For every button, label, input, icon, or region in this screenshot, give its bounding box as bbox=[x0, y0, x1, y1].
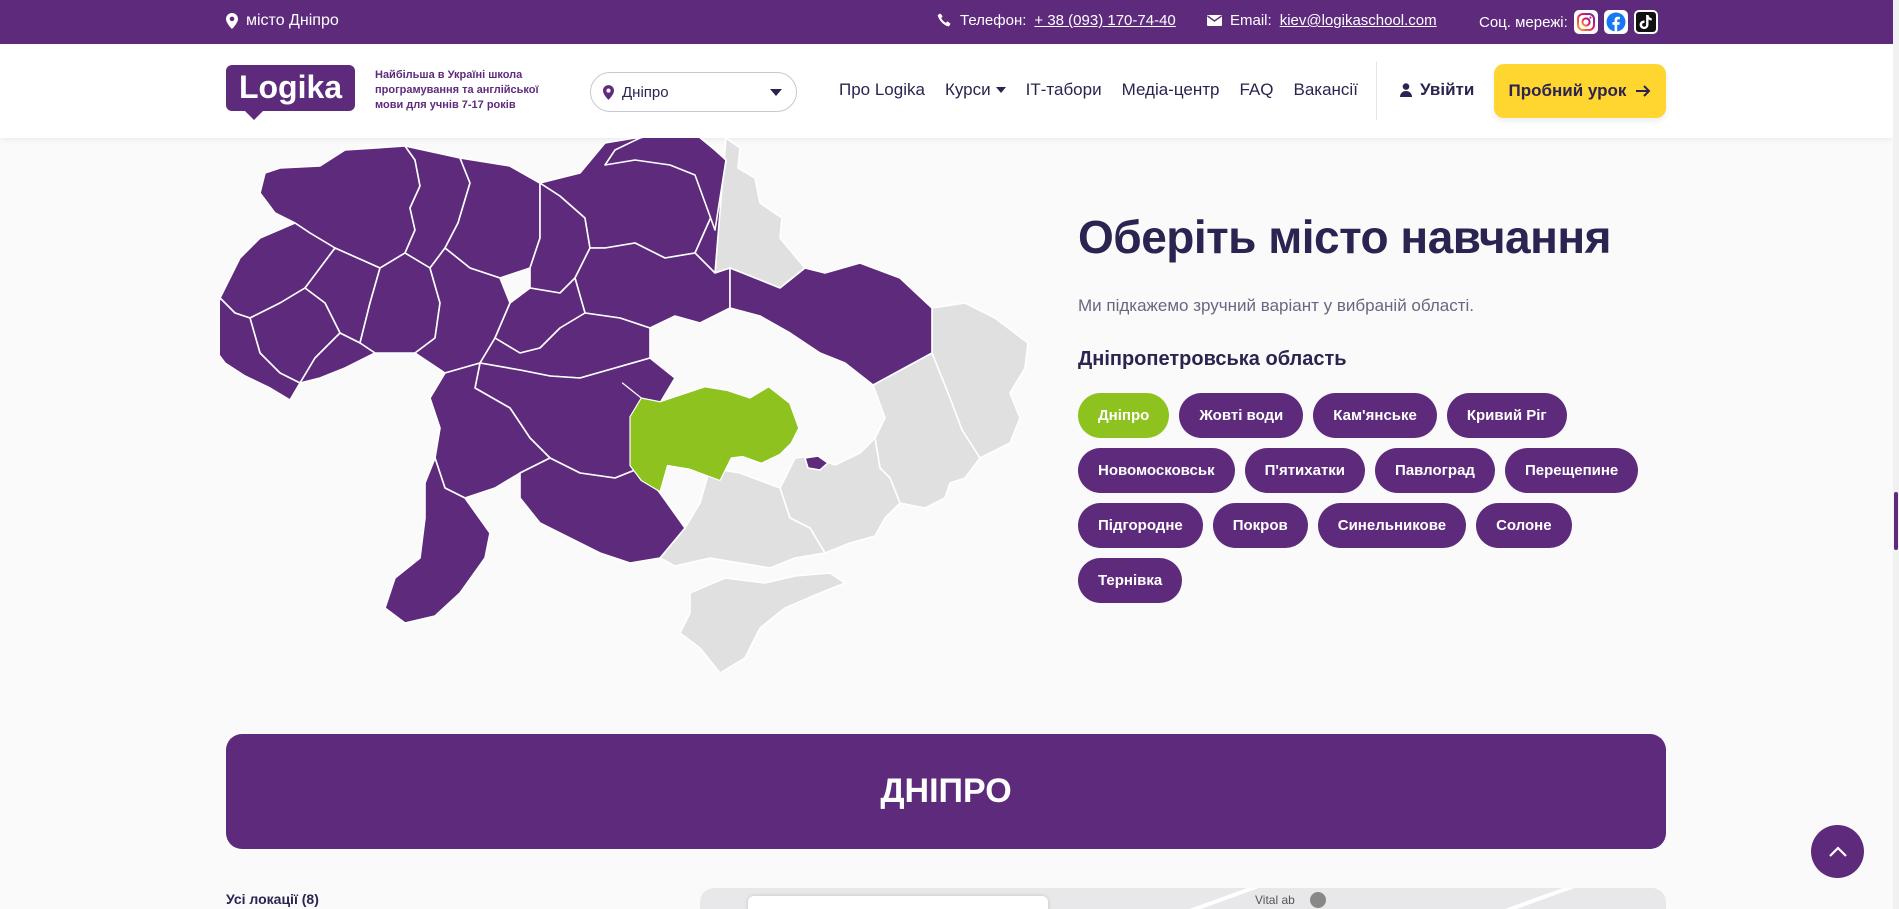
region-kharkiv-east[interactable] bbox=[729, 262, 933, 386]
page-subtitle: Ми підкажемо зручний варіант у вибраній … bbox=[1078, 296, 1475, 315]
location-pin-icon bbox=[226, 13, 238, 29]
city-chip-ternivka[interactable]: Тернівка bbox=[1078, 558, 1183, 603]
city-chip-list: Дніпро Жовті води Кам'янське Кривий Ріг … bbox=[1078, 393, 1658, 603]
nav-vacancies[interactable]: Вакансії bbox=[1293, 80, 1357, 100]
page-scrollbar[interactable] bbox=[1893, 0, 1899, 909]
instagram-icon[interactable] bbox=[1573, 10, 1598, 34]
facebook-icon[interactable] bbox=[1603, 10, 1628, 34]
email-label: Email: bbox=[1230, 12, 1272, 29]
user-icon bbox=[1400, 83, 1412, 97]
city-chip-novomoskovsk[interactable]: Новомосковськ bbox=[1078, 448, 1235, 493]
city-chip-kryvyi-rih[interactable]: Кривий Ріг bbox=[1446, 393, 1567, 438]
nav-it-camps[interactable]: ІТ-табори bbox=[1026, 80, 1102, 100]
map-pin-icon[interactable] bbox=[1310, 892, 1326, 908]
region-title: Дніпропетровська область bbox=[1078, 348, 1347, 370]
map-label: Vital ab bbox=[1255, 893, 1295, 907]
chevron-down-icon bbox=[770, 89, 782, 96]
nav-courses[interactable]: Курси bbox=[945, 80, 1006, 100]
city-banner-title: ДНІПРО bbox=[880, 772, 1012, 810]
nav-media-center[interactable]: Медіа-центр bbox=[1122, 80, 1220, 100]
city-banner: ДНІПРО bbox=[226, 734, 1666, 849]
social-links: Соц. мережі: bbox=[1479, 10, 1658, 34]
social-label: Соц. мережі: bbox=[1479, 13, 1568, 31]
logo[interactable]: Logika bbox=[226, 65, 355, 111]
map-road bbox=[1407, 888, 1653, 909]
city-chip-kamianske[interactable]: Кам'янське bbox=[1313, 393, 1437, 438]
logo-tail bbox=[244, 110, 264, 120]
city-chip-pokrov[interactable]: Покров bbox=[1212, 503, 1308, 548]
top-bar: місто Дніпро Телефон: + 38 (093) 170-74-… bbox=[0, 0, 1893, 44]
chevron-up-icon bbox=[1828, 845, 1847, 857]
main-header: Logika Найбільша в Україні школа програм… bbox=[0, 44, 1893, 138]
main-nav: Про Logika Курси ІТ-табори Медіа-центр F… bbox=[839, 80, 1358, 100]
city-chip-solone[interactable]: Солоне bbox=[1476, 503, 1572, 548]
city-chip-pereshchepyne[interactable]: Перещепине bbox=[1504, 448, 1639, 493]
nav-courses-label: Курси bbox=[944, 80, 991, 99]
phone-info: Телефон: + 38 (093) 170-74-40 bbox=[937, 12, 1176, 29]
location-card[interactable] bbox=[748, 896, 1048, 909]
page-title: Оберіть місто навчання bbox=[1078, 211, 1612, 263]
tagline: Найбільша в Україні школа програмування … bbox=[375, 69, 539, 111]
city-chip-zhovti-vody[interactable]: Жовті води bbox=[1179, 393, 1304, 438]
phone-link[interactable]: + 38 (093) 170-74-40 bbox=[1034, 12, 1175, 29]
scroll-to-top-button[interactable] bbox=[1811, 825, 1864, 878]
phone-label: Телефон: bbox=[960, 12, 1027, 29]
locations-map[interactable]: Vital ab bbox=[700, 888, 1666, 909]
nav-faq[interactable]: FAQ bbox=[1239, 80, 1273, 100]
city-chip-synelnykove[interactable]: Синельникове bbox=[1317, 503, 1467, 548]
header-divider bbox=[1376, 62, 1377, 120]
city-select-value: Дніпро bbox=[622, 83, 669, 101]
mail-icon bbox=[1207, 15, 1222, 26]
nav-about[interactable]: Про Logika bbox=[839, 80, 925, 100]
city-chip-pavlohrad[interactable]: Павлоград bbox=[1375, 448, 1495, 493]
arrow-right-icon bbox=[1636, 85, 1651, 97]
all-locations-label[interactable]: Усі локації (8) bbox=[226, 891, 319, 907]
location-pin-icon bbox=[603, 84, 614, 100]
login-label: Увійти bbox=[1420, 80, 1475, 99]
current-city-label: місто Дніпро bbox=[246, 12, 339, 29]
city-chip-piatykhatky[interactable]: П'ятихатки bbox=[1244, 448, 1366, 493]
chevron-down-icon bbox=[995, 87, 1006, 93]
scrollbar-thumb[interactable] bbox=[1894, 492, 1898, 550]
city-select[interactable]: Дніпро bbox=[590, 72, 797, 112]
tiktok-icon[interactable] bbox=[1633, 10, 1658, 34]
region-dnipropetrovsk[interactable] bbox=[621, 382, 800, 493]
phone-icon bbox=[937, 13, 951, 27]
city-chip-dnipro[interactable]: Дніпро bbox=[1078, 393, 1170, 438]
trial-lesson-label: Пробний урок bbox=[1508, 81, 1627, 100]
login-button[interactable]: Увійти bbox=[1400, 80, 1474, 100]
email-link[interactable]: kiev@logikaschool.com bbox=[1280, 12, 1437, 29]
email-info: Email: kiev@logikaschool.com bbox=[1207, 12, 1437, 29]
current-city[interactable]: місто Дніпро bbox=[226, 12, 339, 30]
region-crimea[interactable] bbox=[679, 572, 846, 674]
ukraine-map bbox=[220, 138, 1029, 674]
city-chip-pidhorodne[interactable]: Підгородне bbox=[1078, 503, 1203, 548]
trial-lesson-button[interactable]: Пробний урок bbox=[1494, 64, 1666, 118]
